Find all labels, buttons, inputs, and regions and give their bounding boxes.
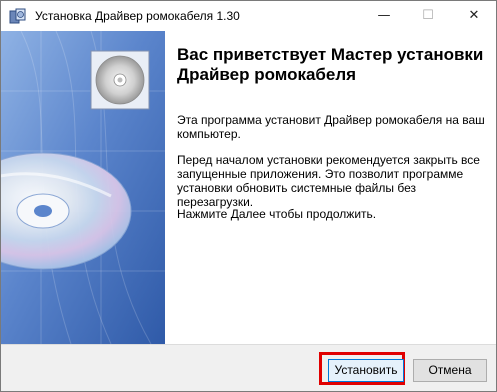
installer-window: Установка Драйвер ромокабеля 1.30 — ☐ ✕: [0, 0, 497, 392]
button-bar: Установить Отмена: [1, 344, 496, 391]
minimize-button[interactable]: —: [362, 1, 406, 31]
window-title: Установка Драйвер ромокабеля 1.30: [35, 9, 240, 23]
continue-instruction: Нажмите Далее чтобы продолжить.: [177, 207, 377, 221]
intro-text: Эта программа установит Драйвер ромокабе…: [177, 113, 485, 141]
install-button[interactable]: Установить: [328, 359, 404, 382]
maximize-button[interactable]: ☐: [406, 1, 450, 31]
installer-icon: [9, 8, 26, 24]
cd-disc-icon: [1, 31, 165, 344]
welcome-panel: Вас приветствует Мастер установки Драйве…: [165, 31, 496, 344]
cancel-button[interactable]: Отмена: [413, 359, 487, 382]
title-bar[interactable]: Установка Драйвер ромокабеля 1.30 — ☐ ✕: [1, 1, 496, 31]
close-button[interactable]: ✕: [452, 1, 496, 31]
recommendation-text: Перед началом установки рекомендуется за…: [177, 153, 480, 209]
wizard-banner-image: [1, 31, 165, 344]
page-title: Вас приветствует Мастер установки Драйве…: [177, 45, 484, 84]
